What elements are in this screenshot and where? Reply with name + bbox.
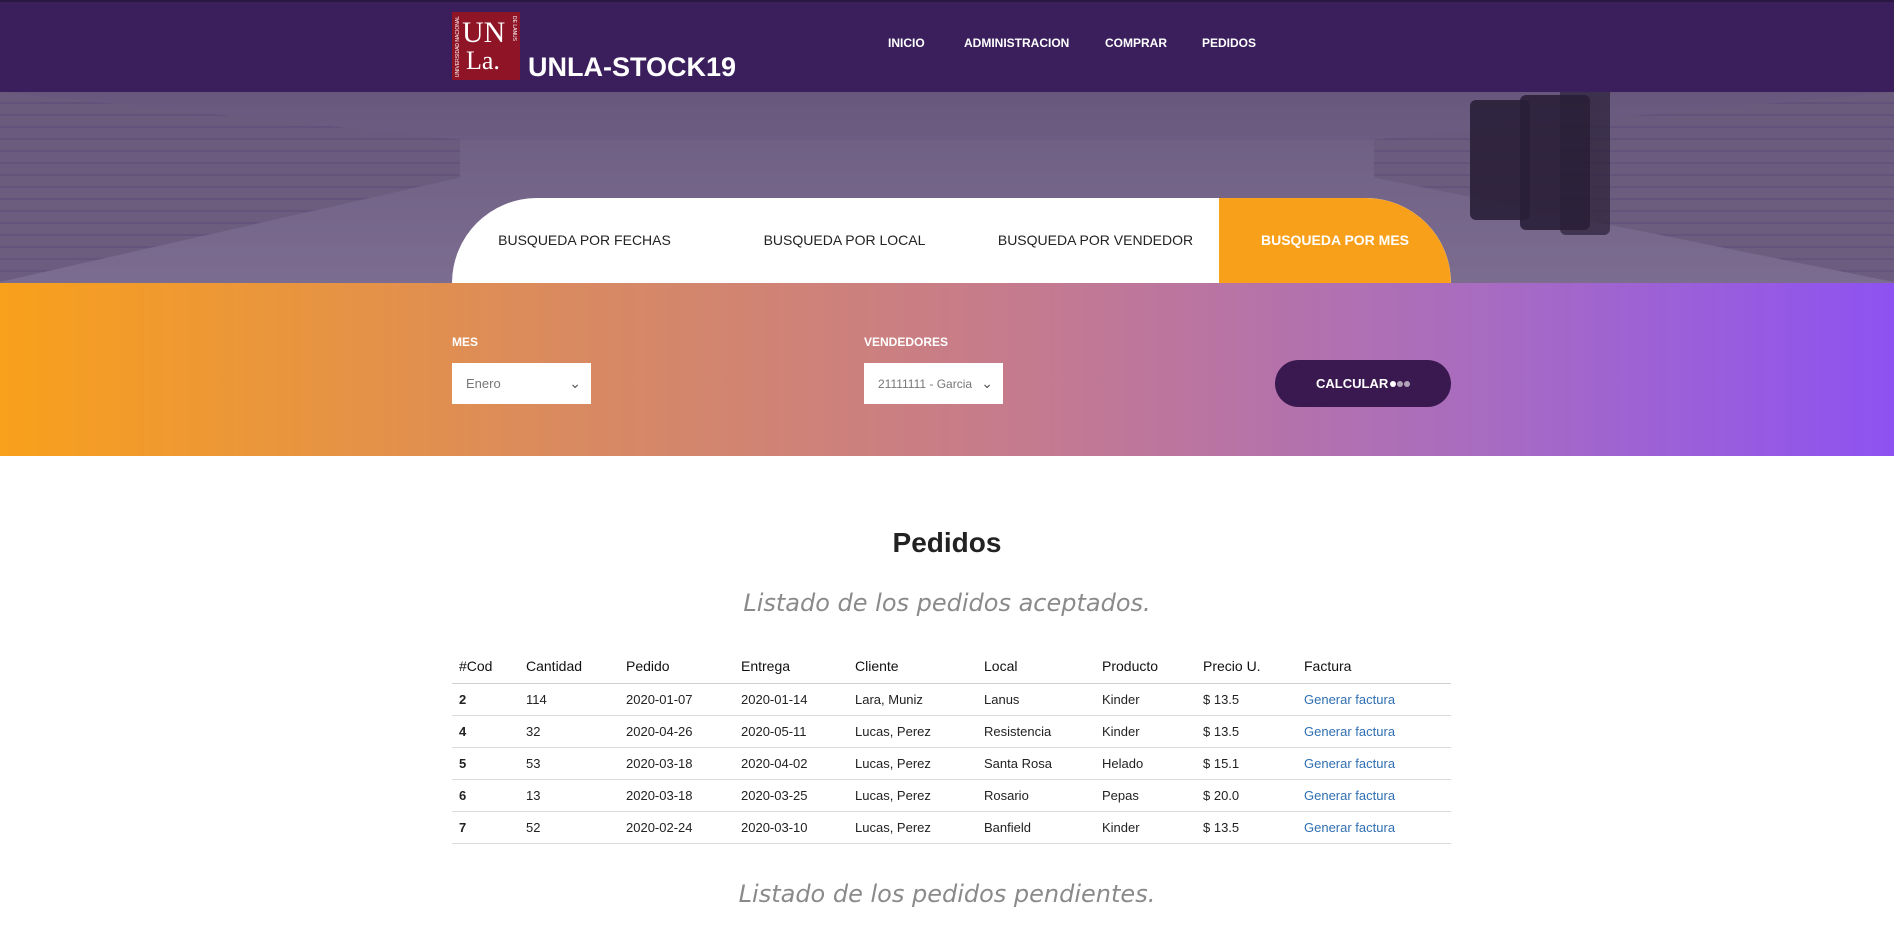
cell-cantidad: 52	[519, 811, 619, 844]
loading-dots-icon	[1397, 381, 1403, 387]
cell-local: Resistencia	[977, 715, 1095, 748]
nav-pedidos[interactable]: PEDIDOS	[1202, 36, 1256, 50]
cell-cantidad: 114	[519, 683, 619, 716]
tab-busqueda-local[interactable]: BUSQUEDA POR LOCAL	[717, 198, 972, 283]
cell-cliente: Lucas, Perez	[848, 715, 977, 748]
table-row: 7 52 2020-02-24 2020-03-10 Lucas, Perez …	[452, 811, 1451, 844]
cell-precio: $ 13.5	[1196, 683, 1297, 716]
nav-inicio[interactable]: INICIO	[888, 36, 925, 50]
cell-entrega: 2020-04-02	[734, 747, 848, 780]
cell-local: Lanus	[977, 683, 1095, 716]
mes-label: MES	[452, 335, 479, 349]
table-row: 2 114 2020-01-07 2020-01-14 Lara, Muniz …	[452, 683, 1451, 716]
vendedores-label: VENDEDORES	[864, 335, 949, 349]
column-header-pedido: Pedido	[619, 649, 734, 684]
cell-factura: Generar factura	[1297, 715, 1451, 748]
cell-cantidad: 53	[519, 747, 619, 780]
generar-factura-link[interactable]: Generar factura	[1304, 724, 1395, 739]
cell-cliente: Lucas, Perez	[848, 747, 977, 780]
table-row: 6 13 2020-03-18 2020-03-25 Lucas, Perez …	[452, 779, 1451, 812]
calcular-label: CALCULAR	[1316, 376, 1389, 391]
nav-administracion[interactable]: ADMINISTRACION	[964, 36, 1069, 50]
filter-band: MES Enero ⌄ VENDEDORES 21111111 - Garcia…	[0, 283, 1894, 456]
table-row: 5 53 2020-03-18 2020-04-02 Lucas, Perez …	[452, 747, 1451, 780]
cell-pedido: 2020-01-07	[619, 683, 734, 716]
orders-table: #Cod Cantidad Pedido Entrega Cliente Loc…	[452, 649, 1451, 844]
cell-factura: Generar factura	[1297, 811, 1451, 844]
cell-precio: $ 13.5	[1196, 715, 1297, 748]
cell-precio: $ 13.5	[1196, 811, 1297, 844]
column-header-cliente: Cliente	[848, 649, 977, 684]
generar-factura-link[interactable]: Generar factura	[1304, 756, 1395, 771]
cell-precio: $ 20.0	[1196, 779, 1297, 812]
tab-busqueda-vendedor[interactable]: BUSQUEDA POR VENDEDOR	[972, 198, 1219, 283]
top-navigation-bar: UNIVERSIDAD NACIONAL DE LANUS UN La. UNL…	[0, 0, 1894, 92]
logo-arc-text-right: DE LANUS	[511, 16, 517, 42]
logo-arc-text-left: UNIVERSIDAD NACIONAL	[455, 16, 461, 78]
column-header-cod: #Cod	[452, 649, 519, 684]
mes-select-value: Enero	[466, 376, 501, 391]
column-header-entrega: Entrega	[734, 649, 848, 684]
cell-producto: Kinder	[1095, 715, 1196, 748]
cell-cantidad: 13	[519, 779, 619, 812]
cell-local: Banfield	[977, 811, 1095, 844]
cell-cod: 2	[452, 683, 519, 716]
table-row: 4 32 2020-04-26 2020-05-11 Lucas, Perez …	[452, 715, 1451, 748]
cell-producto: Kinder	[1095, 683, 1196, 716]
cell-cliente: Lucas, Perez	[848, 779, 977, 812]
cell-pedido: 2020-04-26	[619, 715, 734, 748]
accepted-orders-subtitle: Listado de los pedidos aceptados.	[743, 589, 1151, 617]
loading-dots-icon	[1390, 381, 1396, 387]
cell-pedido: 2020-02-24	[619, 811, 734, 844]
vendedores-select-value: 21111111 - Garcia	[878, 377, 973, 391]
site-title[interactable]: UNLA-STOCK19	[528, 52, 736, 83]
search-tabs: BUSQUEDA POR FECHAS BUSQUEDA POR LOCAL B…	[452, 198, 1451, 283]
logo-text-un: UN	[462, 16, 506, 49]
pending-orders-subtitle: Listado de los pedidos pendientes.	[738, 880, 1156, 908]
generar-factura-link[interactable]: Generar factura	[1304, 692, 1395, 707]
cell-local: Rosario	[977, 779, 1095, 812]
cell-local: Santa Rosa	[977, 747, 1095, 780]
vendedores-select[interactable]: 21111111 - Garcia ⌄	[864, 363, 1003, 404]
chevron-down-icon: ⌄	[569, 375, 581, 391]
generar-factura-link[interactable]: Generar factura	[1304, 820, 1395, 835]
cell-cod: 7	[452, 811, 519, 844]
logo-text-la: La.	[466, 46, 500, 75]
nav-comprar[interactable]: COMPRAR	[1105, 36, 1167, 50]
cell-factura: Generar factura	[1297, 779, 1451, 812]
cell-pedido: 2020-03-18	[619, 747, 734, 780]
cell-producto: Kinder	[1095, 811, 1196, 844]
tab-busqueda-fechas[interactable]: BUSQUEDA POR FECHAS	[452, 198, 717, 283]
cell-producto: Pepas	[1095, 779, 1196, 812]
cell-entrega: 2020-03-25	[734, 779, 848, 812]
calcular-button[interactable]: CALCULAR	[1275, 360, 1451, 407]
mes-select[interactable]: Enero ⌄	[452, 363, 591, 404]
chevron-down-icon: ⌄	[981, 375, 993, 391]
cell-entrega: 2020-05-11	[734, 715, 848, 748]
table-header-row: #Cod Cantidad Pedido Entrega Cliente Loc…	[452, 649, 1451, 684]
cell-cod: 4	[452, 715, 519, 748]
hero-chair-image	[1560, 85, 1610, 235]
column-header-producto: Producto	[1095, 649, 1196, 684]
cell-entrega: 2020-01-14	[734, 683, 848, 716]
cell-entrega: 2020-03-10	[734, 811, 848, 844]
cell-cliente: Lara, Muniz	[848, 683, 977, 716]
generar-factura-link[interactable]: Generar factura	[1304, 788, 1395, 803]
page-title: Pedidos	[892, 527, 1002, 558]
cell-cliente: Lucas, Perez	[848, 811, 977, 844]
cell-producto: Helado	[1095, 747, 1196, 780]
cell-factura: Generar factura	[1297, 747, 1451, 780]
cell-cod: 6	[452, 779, 519, 812]
column-header-cantidad: Cantidad	[519, 649, 619, 684]
unla-logo[interactable]: UNIVERSIDAD NACIONAL DE LANUS UN La.	[452, 12, 520, 80]
cell-pedido: 2020-03-18	[619, 779, 734, 812]
column-header-precio: Precio U.	[1196, 649, 1297, 684]
cell-cod: 5	[452, 747, 519, 780]
loading-dots-icon	[1404, 381, 1410, 387]
column-header-factura: Factura	[1297, 649, 1451, 684]
cell-cantidad: 32	[519, 715, 619, 748]
cell-precio: $ 15.1	[1196, 747, 1297, 780]
column-header-local: Local	[977, 649, 1095, 684]
cell-factura: Generar factura	[1297, 683, 1451, 716]
